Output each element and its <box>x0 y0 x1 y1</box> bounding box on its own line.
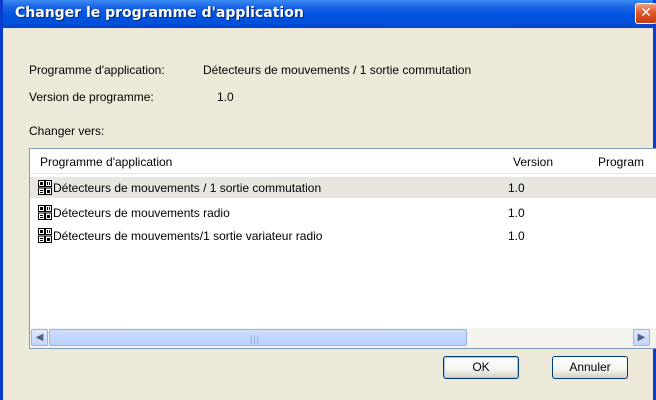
list-item[interactable]: Détecteurs de mouvements/1 sortie variat… <box>30 225 656 246</box>
list-item-name: Détecteurs de mouvements / 1 sortie comm… <box>53 181 322 195</box>
list-item-name: Détecteurs de mouvements radio <box>53 206 230 220</box>
scroll-right-icon: ▶ <box>637 332 646 343</box>
dialog-title: Changer le programme d'application <box>15 5 304 21</box>
list-item-version: 1.0 <box>508 229 525 243</box>
change-to-label: Changer vers: <box>29 124 105 138</box>
version-value: 1.0 <box>217 90 234 104</box>
program-list[interactable]: Programme d'application Version Program … <box>29 148 656 349</box>
list-item-version: 1.0 <box>508 206 525 220</box>
column-header-version[interactable]: Version <box>513 155 553 169</box>
application-program-icon <box>38 205 52 220</box>
application-program-icon <box>38 228 52 243</box>
list-item[interactable]: Détecteurs de mouvements radio 1.0 <box>30 202 656 223</box>
cancel-button[interactable]: Annuler <box>552 356 628 379</box>
horizontal-scrollbar[interactable]: ◀ ||| ▶ <box>30 328 656 348</box>
scroll-left-icon: ◀ <box>35 332 44 343</box>
title-bar[interactable]: Changer le programme d'application ✕ <box>3 0 656 28</box>
program-label: Programme d'application: <box>29 63 165 77</box>
version-label: Version de programme: <box>29 90 154 104</box>
application-program-icon <box>38 180 52 195</box>
column-header-program[interactable]: Programme d'application <box>40 155 172 169</box>
list-item[interactable]: Détecteurs de mouvements / 1 sortie comm… <box>30 177 656 198</box>
ok-button[interactable]: OK <box>443 356 519 379</box>
close-icon: ✕ <box>640 5 652 21</box>
scroll-left-button[interactable]: ◀ <box>31 329 48 346</box>
close-button[interactable]: ✕ <box>635 3 656 24</box>
list-item-version: 1.0 <box>508 181 525 195</box>
scroll-thumb[interactable]: ||| <box>49 329 467 346</box>
scroll-grip-icon: ||| <box>250 334 261 344</box>
dialog-window: Changer le programme d'application ✕ Pro… <box>0 0 656 400</box>
list-header: Programme d'application Version Program <box>30 149 656 174</box>
scroll-right-button[interactable]: ▶ <box>633 329 650 346</box>
program-value: Détecteurs de mouvements / 1 sortie comm… <box>203 63 472 77</box>
list-item-name: Détecteurs de mouvements/1 sortie variat… <box>53 229 323 243</box>
column-header-program-extra[interactable]: Program <box>598 155 644 169</box>
